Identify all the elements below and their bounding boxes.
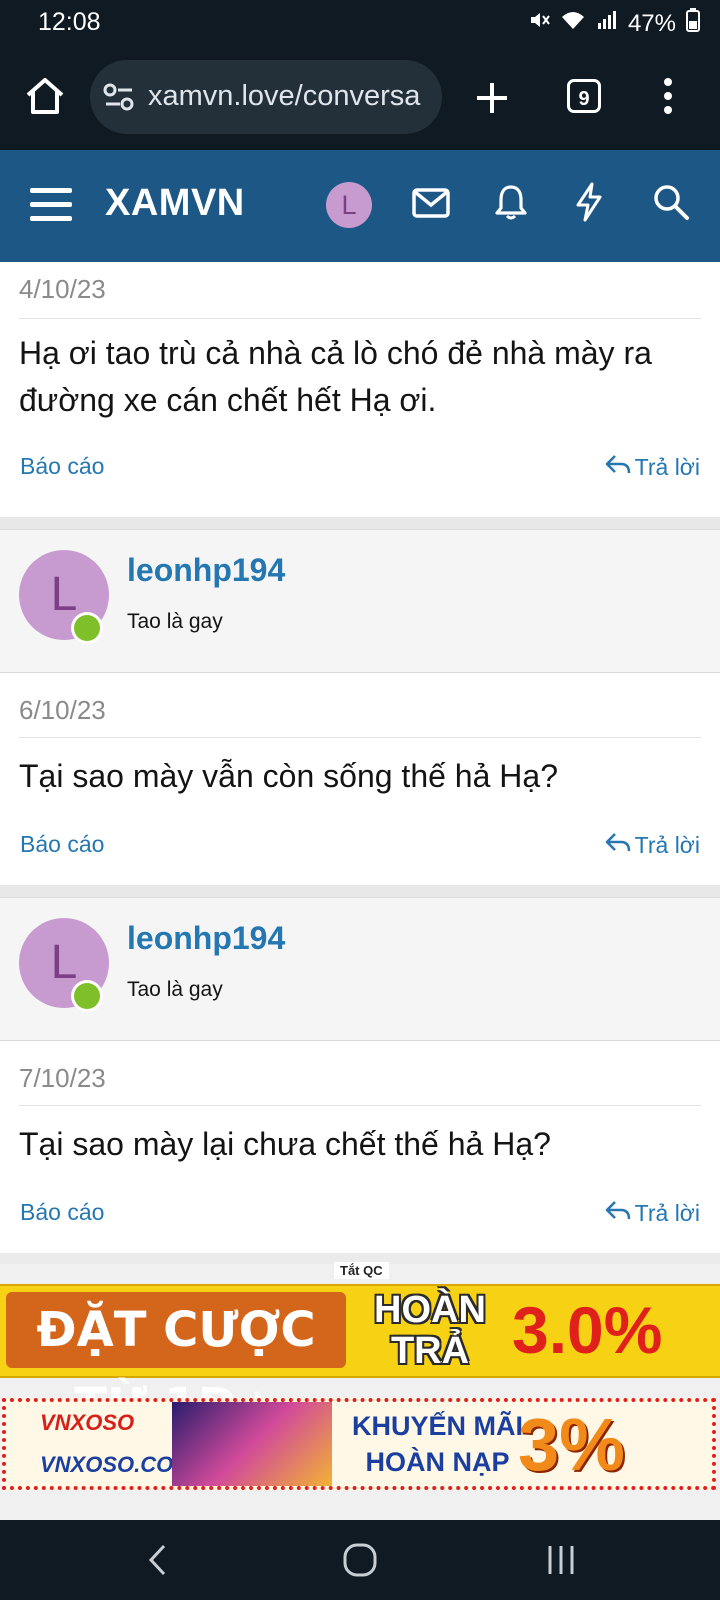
divider: [19, 1105, 701, 1106]
message-text: Tại sao mày lại chưa chết thế hả Hạ?: [19, 1126, 551, 1162]
author-username[interactable]: leonhp194: [127, 920, 285, 957]
more-menu-icon[interactable]: [663, 78, 673, 119]
bell-icon[interactable]: [494, 183, 528, 226]
whats-new-bolt-icon[interactable]: [575, 182, 603, 227]
report-link[interactable]: Báo cáo: [20, 453, 104, 480]
search-icon[interactable]: [652, 183, 690, 226]
message-date[interactable]: 6/10/23: [19, 695, 106, 726]
inbox-icon[interactable]: [412, 187, 450, 224]
ad-banner-vnxoso[interactable]: VNXOSO VNXOSO.COM KHUYẾN MÃI HOÀN NẠP 3%: [2, 1398, 716, 1490]
url-bar[interactable]: xamvn.love/conversa: [90, 60, 442, 134]
message-text: Hạ ơi tao trù cả nhà cả lò chó đẻ nhà mà…: [19, 335, 652, 418]
reply-icon: [605, 453, 631, 481]
user-avatar[interactable]: L: [326, 182, 372, 228]
message-author: L leonhp194 Tao là gay: [0, 529, 720, 672]
ad-area: Tắt QC ĐẶT CƯỢC TỪ 1Đ+ HOÀN TRẢ 3.0% VNX…: [0, 1262, 720, 1520]
ad-banner-subtext: HOÀN TRẢ: [355, 1290, 505, 1372]
author-username[interactable]: leonhp194: [127, 552, 285, 589]
ad-promo-percent: 3%: [518, 1403, 625, 1486]
system-navigation-bar: [0, 1520, 720, 1600]
status-bar: 12:08 47%: [0, 0, 720, 46]
status-time: 12:08: [38, 8, 101, 36]
ad-banner-text: ĐẶT CƯỢC TỪ 1Đ+: [6, 1292, 346, 1434]
message-date[interactable]: 7/10/23: [19, 1063, 106, 1094]
reply-label: Trả lời: [634, 453, 700, 480]
report-link[interactable]: Báo cáo: [20, 1199, 104, 1226]
ad-banner-line: TRẢ: [390, 1330, 470, 1372]
mute-icon: [528, 9, 550, 38]
message-post: 6/10/23 Tại sao mày vẫn còn sống thế hả …: [0, 672, 720, 885]
tab-switcher-button[interactable]: 9: [567, 79, 601, 113]
url-text[interactable]: xamvn.love/conversa: [148, 80, 428, 113]
battery-icon: [686, 8, 700, 39]
ad-promo-image: [172, 1402, 332, 1486]
message-author: L leonhp194 Tao là gay: [0, 897, 720, 1040]
ad-site-text: VNXOSO.COM: [40, 1452, 192, 1477]
hamburger-menu-icon[interactable]: [30, 186, 72, 227]
conversation-messages: 4/10/23 Hạ ơi tao trù cả nhà cả lò chó đ…: [0, 262, 720, 1253]
author-title: Tao là gay: [127, 610, 223, 633]
site-settings-icon[interactable]: [102, 82, 136, 117]
message-post: 4/10/23 Hạ ơi tao trù cả nhà cả lò chó đ…: [0, 262, 720, 517]
site-logo[interactable]: XAMVN: [105, 182, 245, 225]
reply-link[interactable]: Trả lời: [605, 1199, 700, 1227]
reply-icon: [605, 831, 631, 859]
status-icons: 47%: [528, 8, 700, 39]
divider: [19, 318, 701, 319]
new-tab-icon[interactable]: [474, 80, 510, 121]
online-status-icon: [71, 612, 103, 644]
ad-promo-line: KHUYẾN MÃI: [352, 1411, 524, 1441]
reply-label: Trả lời: [634, 831, 700, 858]
back-icon[interactable]: [146, 1542, 170, 1583]
report-link[interactable]: Báo cáo: [20, 831, 104, 858]
message-post: 7/10/23 Tại sao mày lại chưa chết thế hả…: [0, 1040, 720, 1253]
home-icon[interactable]: [24, 76, 66, 121]
ad-promo-line: HOÀN NẠP: [365, 1447, 510, 1477]
home-nav-icon[interactable]: [342, 1542, 378, 1583]
signal-icon: [596, 9, 618, 38]
reply-label: Trả lời: [634, 1199, 700, 1226]
ad-banner-percent: 3.0%: [512, 1293, 663, 1367]
message-text: Tại sao mày vẫn còn sống thế hả Hạ?: [19, 758, 558, 794]
message-date[interactable]: 4/10/23: [19, 274, 106, 305]
close-ads-button[interactable]: Tắt QC: [334, 1262, 389, 1279]
reply-link[interactable]: Trả lời: [605, 831, 700, 859]
browser-toolbar: xamvn.love/conversa 9: [0, 46, 720, 150]
ad-banner-line: HOÀN: [374, 1289, 486, 1331]
ad-logo: VNXOSO: [40, 1410, 135, 1435]
reply-link[interactable]: Trả lời: [605, 453, 700, 481]
wifi-icon: [560, 9, 586, 38]
site-header: XAMVN L: [0, 150, 720, 262]
online-status-icon: [71, 980, 103, 1012]
battery-level: 47%: [627, 9, 676, 37]
ad-promo-text: KHUYẾN MÃI HOÀN NẠP: [352, 1408, 523, 1480]
recent-apps-icon[interactable]: [546, 1544, 576, 1581]
ad-banner-betting[interactable]: ĐẶT CƯỢC TỪ 1Đ+ HOÀN TRẢ 3.0%: [0, 1284, 720, 1434]
author-title: Tao là gay: [127, 978, 223, 1001]
divider: [19, 737, 701, 738]
reply-icon: [605, 1199, 631, 1227]
